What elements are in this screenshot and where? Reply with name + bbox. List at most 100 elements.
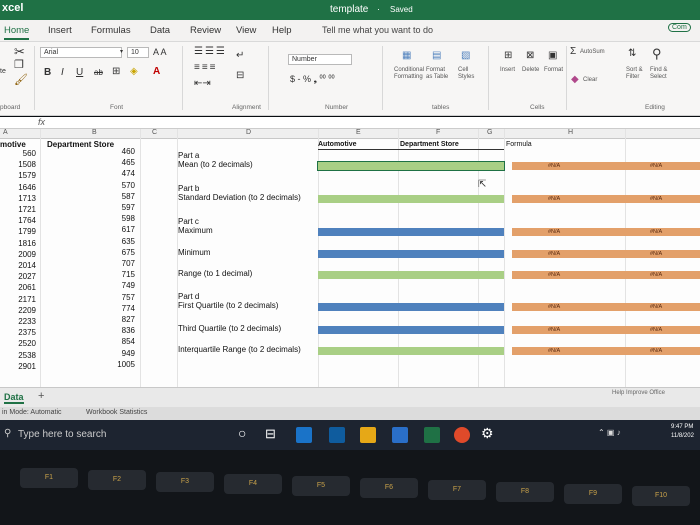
header-formula[interactable]: Formula	[506, 140, 532, 150]
cell-b-value[interactable]: 635	[105, 237, 135, 247]
cell-b-value[interactable]: 675	[105, 248, 135, 258]
cell-a-value[interactable]: 2171	[6, 295, 36, 305]
number-format-buttons[interactable]: $ - % ❟ ⁰⁰ ⁰⁰	[290, 74, 335, 85]
cell-b-value[interactable]: 597	[105, 203, 135, 213]
grow-shrink-font-buttons[interactable]: A A	[153, 47, 167, 57]
autosum-label[interactable]: AutoSum	[580, 49, 605, 56]
cell-b-value[interactable]: 827	[105, 315, 135, 325]
insert-cells-icon[interactable]: ⊞	[504, 50, 512, 61]
help-improve-office[interactable]: Help Improve Office	[612, 390, 665, 396]
answer-input-cell[interactable]	[318, 250, 504, 258]
label-first-quartile[interactable]: First Quartile (to 2 decimals)	[178, 301, 278, 311]
format-cells-icon[interactable]: ▣	[548, 50, 557, 61]
label-maximum[interactable]: Maximum	[178, 226, 213, 236]
number-format-select[interactable]: Number	[288, 54, 352, 65]
strikethrough-icon[interactable]: ab	[94, 68, 103, 77]
taskbar-search[interactable]: Type here to search	[18, 429, 106, 440]
italic-button[interactable]: I	[61, 67, 64, 78]
label-minimum[interactable]: Minimum	[178, 248, 210, 258]
format-painter-icon[interactable]: 🖌	[14, 73, 28, 86]
indent-icons[interactable]: ⇤⇥	[194, 78, 211, 89]
cell-a-value[interactable]: 1713	[6, 194, 36, 204]
cell-a-value[interactable]: 2061	[6, 283, 36, 293]
tab-home[interactable]: Home	[4, 25, 30, 40]
cell-a-value[interactable]: 1799	[6, 227, 36, 237]
label-range[interactable]: Range (to 1 decimal)	[178, 269, 252, 279]
column-header-a[interactable]: A	[3, 129, 8, 136]
font-color-icon[interactable]: A	[153, 66, 160, 77]
insert-cells-label[interactable]: Insert	[500, 67, 515, 74]
formula-result-cell[interactable]	[512, 303, 700, 311]
paste-button[interactable]: te	[0, 68, 6, 75]
cell-a-value[interactable]: 1721	[6, 205, 36, 215]
tell-me-search[interactable]: Tell me what you want to do	[322, 25, 433, 35]
cell-a-value[interactable]: 2520	[6, 339, 36, 349]
bold-button[interactable]: B	[44, 67, 51, 78]
find-select-label[interactable]: Find & Select	[650, 67, 667, 81]
store-icon[interactable]	[329, 427, 345, 443]
borders-icon[interactable]: ⊞	[112, 66, 120, 77]
cell-b-value[interactable]: 465	[105, 158, 135, 168]
excel-taskbar-icon[interactable]	[424, 427, 440, 443]
formula-result-cell[interactable]	[512, 347, 700, 355]
format-cells-label[interactable]: Format	[544, 67, 563, 74]
answer-input-cell[interactable]	[318, 347, 504, 355]
answer-input-cell[interactable]	[318, 195, 504, 203]
search-icon[interactable]: ⚲	[4, 428, 11, 439]
column-header-d[interactable]: D	[246, 129, 251, 136]
vertical-align-icons[interactable]: ☰☰☰	[194, 46, 227, 57]
cell-a-value[interactable]: 2009	[6, 250, 36, 260]
cell-a-value[interactable]: 2014	[6, 261, 36, 271]
format-as-table-label[interactable]: Format as Table	[426, 67, 448, 81]
label-stdev[interactable]: Standard Deviation (to 2 decimals)	[178, 193, 301, 203]
label-iqr[interactable]: Interquartile Range (to 2 decimals)	[178, 345, 301, 355]
cell-a-value[interactable]: 1816	[6, 239, 36, 249]
workbook-statistics[interactable]: Workbook Statistics	[86, 409, 147, 416]
cell-b-value[interactable]: 570	[105, 181, 135, 191]
delete-cells-icon[interactable]: ⊠	[526, 50, 534, 61]
conditional-formatting-icon[interactable]: ▦	[402, 50, 411, 61]
cell-a-value[interactable]: 1764	[6, 216, 36, 226]
comments-button[interactable]: Com	[668, 23, 691, 32]
sheet-tab-data[interactable]: Data	[4, 392, 24, 404]
column-header-g[interactable]: G	[487, 129, 492, 136]
wrap-text-icon[interactable]: ↵	[236, 50, 244, 61]
cell-b-value[interactable]: 587	[105, 192, 135, 202]
mail-icon[interactable]	[392, 427, 408, 443]
label-third-quartile[interactable]: Third Quartile (to 2 decimals)	[178, 324, 281, 334]
clear-icon[interactable]: ◆	[571, 74, 579, 85]
formula-bar[interactable]: fx	[0, 117, 700, 129]
cell-b-value[interactable]: 854	[105, 337, 135, 347]
cell-b-value[interactable]: 836	[105, 326, 135, 336]
answer-input-cell[interactable]	[318, 228, 504, 236]
cell-b-value[interactable]: 774	[105, 304, 135, 314]
cell-a-value[interactable]: 2375	[6, 328, 36, 338]
cell-a-value[interactable]: 2209	[6, 306, 36, 316]
underline-button[interactable]: U	[76, 67, 83, 78]
cell-a-value[interactable]: 2538	[6, 351, 36, 361]
task-view-icon[interactable]: ⊟	[265, 426, 276, 442]
merge-center-icon[interactable]: ⊟	[236, 70, 244, 81]
clock-date[interactable]: 11/8/202	[671, 433, 694, 439]
horizontal-align-icons[interactable]: ≡≡≡	[194, 62, 218, 73]
formula-result-cell[interactable]	[512, 228, 700, 236]
clock-time[interactable]: 9:47 PM	[671, 424, 693, 430]
column-header-h[interactable]: H	[568, 129, 573, 136]
tab-view[interactable]: View	[236, 25, 256, 36]
label-mean[interactable]: Mean (to 2 decimals)	[178, 160, 253, 170]
cell-a-value[interactable]: 2233	[6, 317, 36, 327]
autosum-icon[interactable]: Σ	[570, 46, 576, 57]
cell-a-value[interactable]: 1508	[6, 160, 36, 170]
insert-function-icon[interactable]: fx	[38, 117, 45, 127]
chrome-icon[interactable]	[454, 427, 470, 443]
cell-a-value[interactable]: 1579	[6, 171, 36, 181]
tab-data[interactable]: Data	[150, 25, 170, 36]
system-tray-icons[interactable]: ⌃ ▣ ♪	[598, 428, 621, 437]
cell-b-value[interactable]: 474	[105, 169, 135, 179]
cell-b-value[interactable]: 617	[105, 225, 135, 235]
file-explorer-icon[interactable]	[360, 427, 376, 443]
cell-b-value[interactable]: 707	[105, 259, 135, 269]
formula-result-cell[interactable]	[512, 271, 700, 279]
add-sheet-button[interactable]: +	[38, 390, 44, 402]
tab-review[interactable]: Review	[190, 25, 221, 36]
